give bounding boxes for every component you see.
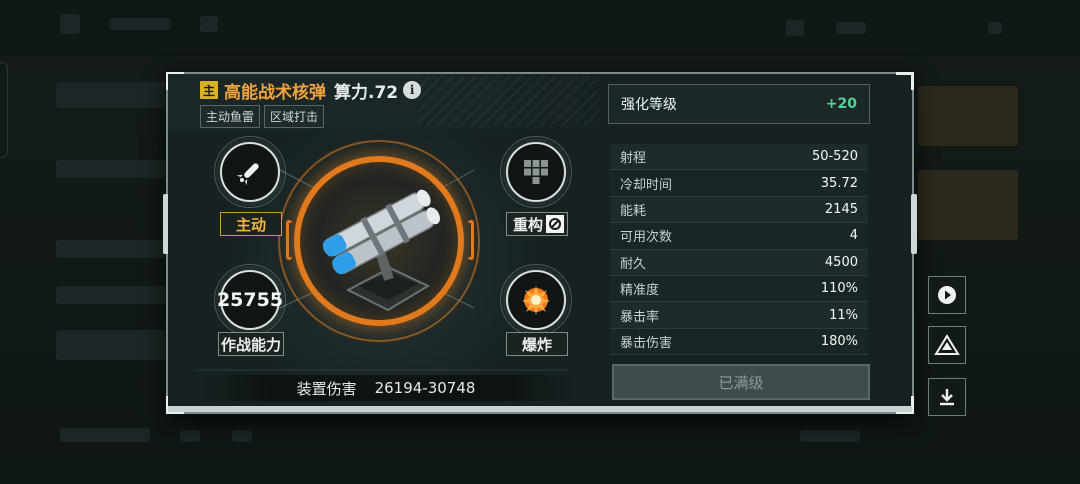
- no-symbol-icon[interactable]: [546, 215, 564, 233]
- side-tab-decoration: [911, 194, 917, 254]
- background-text-block: [836, 22, 866, 34]
- stat-label: 可用次数: [620, 230, 673, 246]
- weapon-showcase: 主动 重构 25755 作战能力 爆炸 装置伤害 26194-30748: [168, 130, 598, 406]
- combat-power-circle: 25755: [214, 264, 286, 336]
- device-damage-row: 装置伤害 26194-30748: [196, 375, 576, 401]
- stat-row-range: 射程 50-520: [610, 144, 868, 171]
- explode-button[interactable]: [500, 264, 572, 336]
- stat-row-uses: 可用次数 4: [610, 223, 868, 250]
- main-weapon-badge: 主: [200, 81, 218, 99]
- background-panel: [56, 330, 166, 360]
- device-damage-value: 26194-30748: [374, 379, 476, 397]
- weapon-header: 主 高能战术核弹 算力.72 i 主动鱼雷 区域打击: [200, 78, 422, 128]
- stat-value: 35.72: [820, 175, 858, 191]
- rebuild-label-plate: 重构: [506, 212, 568, 236]
- background-icon: [786, 20, 804, 36]
- background-icon: [988, 22, 1002, 34]
- stats-list: 射程 50-520 冷却时间 35.72 能耗 2145 可用次数 4 耐久 4…: [610, 144, 868, 356]
- header-hatch-decoration: [418, 76, 598, 126]
- stat-value: 11%: [829, 307, 858, 323]
- active-label: 主动: [220, 212, 282, 236]
- explode-label: 爆炸: [506, 332, 568, 356]
- stat-label: 射程: [620, 151, 647, 167]
- background-icon: [232, 430, 252, 442]
- stat-label: 精准度: [620, 283, 660, 299]
- background-icon: [60, 14, 80, 34]
- ring-accent: [214, 264, 286, 336]
- background-text-block: [110, 18, 170, 30]
- background-card: [918, 86, 1018, 146]
- ring-accent: [214, 136, 286, 208]
- stat-label: 能耗: [620, 203, 647, 219]
- stat-row-durability: 耐久 4500: [610, 249, 868, 276]
- tag-area-strike: 区域打击: [264, 105, 325, 128]
- weapon-name: 高能战术核弹: [224, 82, 326, 103]
- device-damage-label: 装置伤害: [296, 379, 357, 398]
- background-icon: [180, 430, 200, 442]
- title-row: 主 高能战术核弹 算力.72 i: [200, 78, 422, 103]
- rebuild-button[interactable]: [500, 136, 572, 208]
- enhance-level-value: +20: [825, 96, 857, 112]
- stat-value: 4: [849, 228, 858, 244]
- nuke-launcher-image: [322, 189, 440, 312]
- combat-power-label: 作战能力: [218, 332, 284, 356]
- tag-active-torpedo: 主动鱼雷: [200, 105, 261, 128]
- background-text-block: [60, 428, 150, 442]
- stat-value: 110%: [820, 281, 858, 297]
- background-panel: [56, 240, 166, 258]
- stat-label: 耐久: [620, 256, 647, 272]
- weapon-detail-panel: 主 高能战术核弹 算力.72 i 主动鱼雷 区域打击 主动 重构 25755 作…: [163, 72, 917, 414]
- play-button[interactable]: [928, 276, 966, 314]
- fleet-button[interactable]: [928, 326, 966, 364]
- ring-accent: [500, 136, 572, 208]
- stat-row-cooldown: 冷却时间 35.72: [610, 170, 868, 197]
- weapon-tags: 主动鱼雷 区域打击: [200, 105, 421, 128]
- background-panel: [56, 286, 166, 304]
- ring-arc-decoration: [286, 220, 292, 260]
- panel-bottom-strip: [168, 406, 912, 412]
- stat-row-accuracy: 精准度 110%: [610, 275, 868, 303]
- background-icon: [200, 16, 218, 32]
- max-level-button[interactable]: 已满级: [612, 364, 870, 400]
- download-button[interactable]: [928, 378, 966, 416]
- ring-accent: [500, 264, 572, 336]
- corner-decoration: [896, 72, 914, 90]
- stat-value: 4500: [824, 254, 858, 270]
- ring-arc-decoration: [468, 220, 474, 260]
- rebuild-label: 重构: [513, 215, 544, 234]
- background-card: [918, 170, 1018, 240]
- enhance-level-label: 强化等级: [621, 97, 677, 113]
- fleet-icon: [934, 334, 960, 355]
- info-icon[interactable]: i: [403, 81, 422, 99]
- stat-label: 暴击率: [620, 309, 660, 325]
- stat-value: 50-520: [811, 149, 858, 165]
- stat-row-crit-rate: 暴击率 11%: [610, 302, 868, 329]
- stat-label: 冷却时间: [620, 177, 673, 193]
- play-icon: [938, 286, 956, 304]
- stat-label: 暴击伤害: [620, 335, 673, 351]
- stat-row-energy: 能耗 2145: [610, 196, 868, 224]
- active-skill-button[interactable]: [214, 136, 286, 208]
- background-panel: [56, 82, 166, 108]
- stat-value: 2145: [824, 201, 858, 217]
- stat-value: 180%: [820, 333, 858, 349]
- background-panel: [56, 160, 166, 178]
- enhance-level-box: 强化等级 +20: [608, 84, 870, 124]
- download-icon: [940, 389, 954, 406]
- background-text-block: [800, 430, 860, 442]
- stat-row-crit-damage: 暴击伤害 180%: [610, 328, 868, 356]
- weapon-power: 算力.72: [334, 82, 399, 103]
- background-edge-tab: [0, 62, 8, 158]
